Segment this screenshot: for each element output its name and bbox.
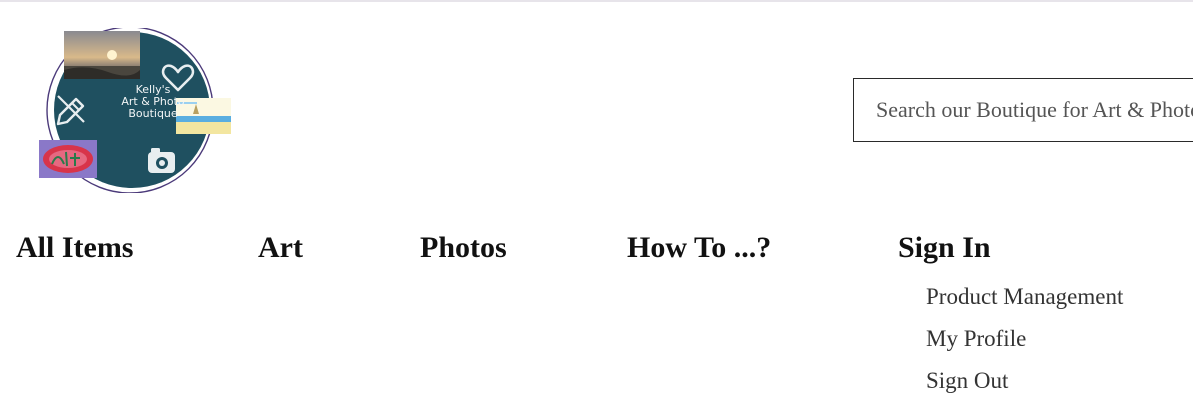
sunset-photo [64,31,140,79]
search-box [853,78,1193,142]
page: Kelly's Art & Photo Boutique All Items A… [0,0,1193,416]
submenu-sign-out[interactable]: Sign Out [926,366,1008,396]
art-drawing [39,140,97,178]
nav-photos[interactable]: Photos [420,228,507,268]
nav-how-to[interactable]: How To ...? [627,228,771,268]
nav-sign-in[interactable]: Sign In [898,228,991,268]
submenu-my-profile[interactable]: My Profile [926,324,1026,354]
logo-text: Kelly's Art & Photo Boutique [121,83,185,120]
submenu-product-management[interactable]: Product Management [926,282,1123,312]
search-input[interactable] [854,79,1193,141]
top-divider [0,0,1193,2]
nav-art[interactable]: Art [258,228,303,268]
site-logo[interactable]: Kelly's Art & Photo Boutique [36,28,236,193]
nav-all-items[interactable]: All Items [16,228,133,268]
